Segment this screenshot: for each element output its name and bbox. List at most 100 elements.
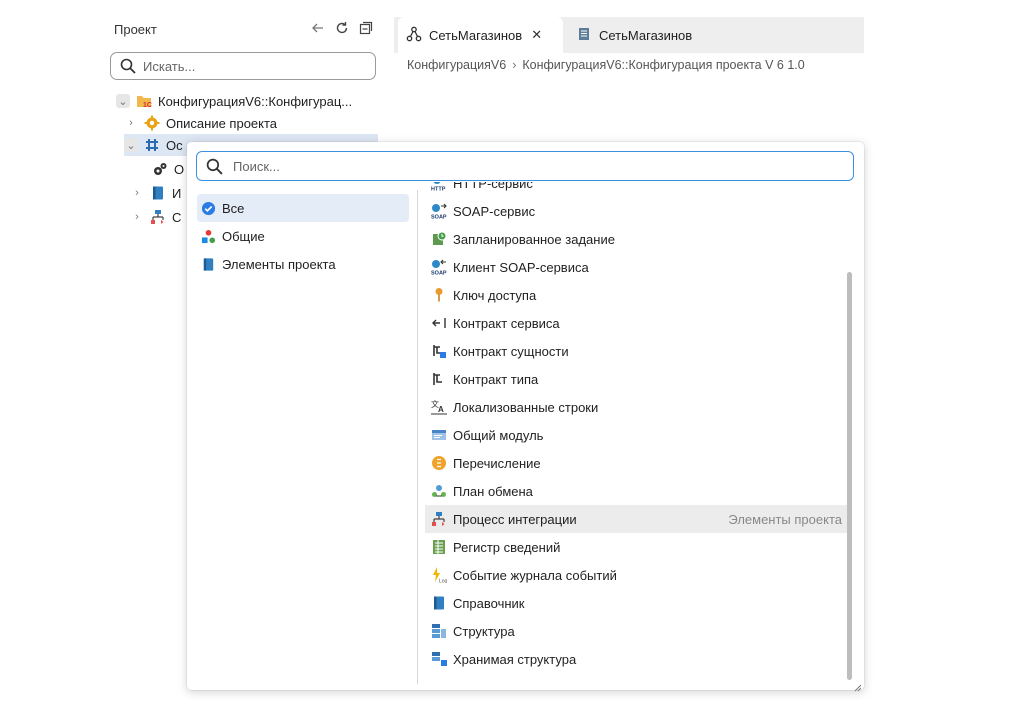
svg-text:HTTP: HTTP [431,187,446,192]
category-label: Элементы проекта [222,256,336,272]
book-icon [150,185,166,201]
log-event-icon: Log [431,567,448,585]
svg-text:SOAP: SOAP [431,271,447,276]
item-label: Контракт сущности [453,343,569,359]
list-item-soap-client[interactable]: SOAP Клиент SOAP-сервиса [425,253,850,281]
integration-process-icon [431,511,447,527]
grid-icon [144,137,160,153]
item-label: Общий модуль [453,427,544,443]
item-label: Клиент SOAP-сервиса [453,259,589,275]
shapes-icon [201,229,216,244]
item-label: Структура [453,623,515,639]
category-project-elements[interactable]: Элементы проекта [197,250,409,278]
svg-text:Log: Log [439,579,447,584]
item-label: План обмена [453,483,533,499]
list-item-structure[interactable]: Структура [425,617,850,645]
svg-text:A: A [438,405,444,414]
item-label: Контракт сервиса [453,315,560,331]
tab-document[interactable]: СетьМагазинов [568,17,718,53]
entity-contract-icon [431,343,447,359]
list-item-log-event[interactable]: Log Событие журнала событий [425,561,850,589]
list-scrollbar[interactable] [847,272,852,680]
tree-item-project-description[interactable]: › Описание проекта [124,112,277,134]
tab-network-diagram[interactable]: СетьМагазинов ✕ [398,17,563,53]
chevron-right-icon[interactable]: › [124,116,138,130]
list-item-type-contract[interactable]: Контракт типа [425,365,850,393]
scheduled-task-icon [431,231,447,247]
tree-item-integration[interactable]: › С [130,206,181,228]
http-icon: HTTP [431,182,447,193]
list-item-stored-structure[interactable]: Хранимая структура [425,645,850,673]
close-icon[interactable]: ✕ [531,27,542,43]
project-search-input[interactable] [143,56,363,76]
localization-icon: 文A [431,399,447,415]
list-item-exchange-plan[interactable]: План обмена [425,477,850,505]
category-all[interactable]: Все [197,194,409,222]
item-label: SOAP-сервис [453,203,536,219]
item-label: Хранимая структура [453,651,577,667]
editor-tab-bar: СетьМагазинов ✕ СетьМагазинов [394,17,864,53]
back-arrow-icon[interactable] [310,20,326,36]
tree-item-elements[interactable]: › И [130,182,181,204]
chevron-right-icon[interactable]: › [130,186,144,200]
list-item-localized-strings[interactable]: 文A Локализованные строки [425,393,850,421]
list-item-service-contract[interactable]: Контракт сервиса [425,309,850,337]
module-icon [431,427,447,443]
list-item-enumeration[interactable]: Перечисление [425,449,850,477]
search-icon [120,58,136,74]
service-contract-icon [431,315,447,331]
panel-toolbar [310,20,374,36]
breadcrumb: КонфигурацияV6 › КонфигурацияV6::Конфигура… [407,58,805,72]
tree-item-label: С [172,209,182,225]
tree-item-settings[interactable]: О [152,158,184,180]
tree-item-label: И [172,185,182,201]
chevron-down-icon[interactable]: ⌄ [124,138,138,152]
tab-label: СетьМагазинов [599,27,693,43]
stored-structure-icon [431,651,447,667]
network-icon [406,26,422,45]
breadcrumb-item[interactable]: КонфигурацияV6::Конфигурация проекта V 6… [522,58,804,72]
category-label: Общие [222,228,265,244]
catalog-icon [431,595,447,611]
type-contract-icon [431,371,447,387]
tab-label: СетьМагазинов [429,27,523,43]
item-label: Локализованные строки [453,399,599,415]
add-element-popup: Все Общие Элементы проекта HTTP HTTP-сер… [187,142,864,692]
list-item-catalog[interactable]: Справочник [425,589,850,617]
exchange-plan-icon [431,483,447,499]
search-icon [206,158,223,175]
chevron-right-icon[interactable]: › [130,210,144,224]
structure-icon [431,623,447,639]
integration-icon [150,209,166,225]
tree-item-configuration[interactable]: ⌄ 1С КонфигурацияV6::Конфигурац... [116,90,352,112]
collapse-all-icon[interactable] [358,20,374,36]
enum-icon [431,455,447,471]
project-search-field[interactable] [110,52,376,80]
popup-divider [417,190,418,684]
gears-icon [152,161,168,177]
config-1c-icon: 1С [136,93,152,109]
resize-grip-icon[interactable] [854,680,862,692]
breadcrumb-item[interactable]: КонфигурацияV6 [407,58,506,72]
list-item-integration-process[interactable]: Процесс интеграции Элементы проекта [425,505,850,533]
chevron-down-icon[interactable]: ⌄ [116,94,130,108]
gear-icon [144,115,160,131]
list-item-soap-service[interactable]: SOAP SOAP-сервис [425,197,850,225]
list-item-common-module[interactable]: Общий модуль [425,421,850,449]
list-item-scheduled-task[interactable]: Запланированное задание [425,225,850,253]
item-label: HTTP-сервис [453,182,533,191]
popup-search-input[interactable] [233,156,833,176]
tree-item-label: Ос [166,137,183,153]
category-common[interactable]: Общие [197,222,409,250]
svg-text:SOAP: SOAP [431,215,447,220]
list-item-entity-contract[interactable]: Контракт сущности [425,337,850,365]
list-item-http-service[interactable]: HTTP HTTP-сервис [425,182,850,197]
item-label: Процесс интеграции [453,511,577,527]
svg-text:1С: 1С [143,102,152,109]
category-label: Все [222,200,245,216]
refresh-icon[interactable] [334,20,350,36]
item-label: Контракт типа [453,371,539,387]
popup-search-field[interactable] [196,151,854,181]
list-item-info-register[interactable]: Регистр сведений [425,533,850,561]
list-item-access-key[interactable]: Ключ доступа [425,281,850,309]
